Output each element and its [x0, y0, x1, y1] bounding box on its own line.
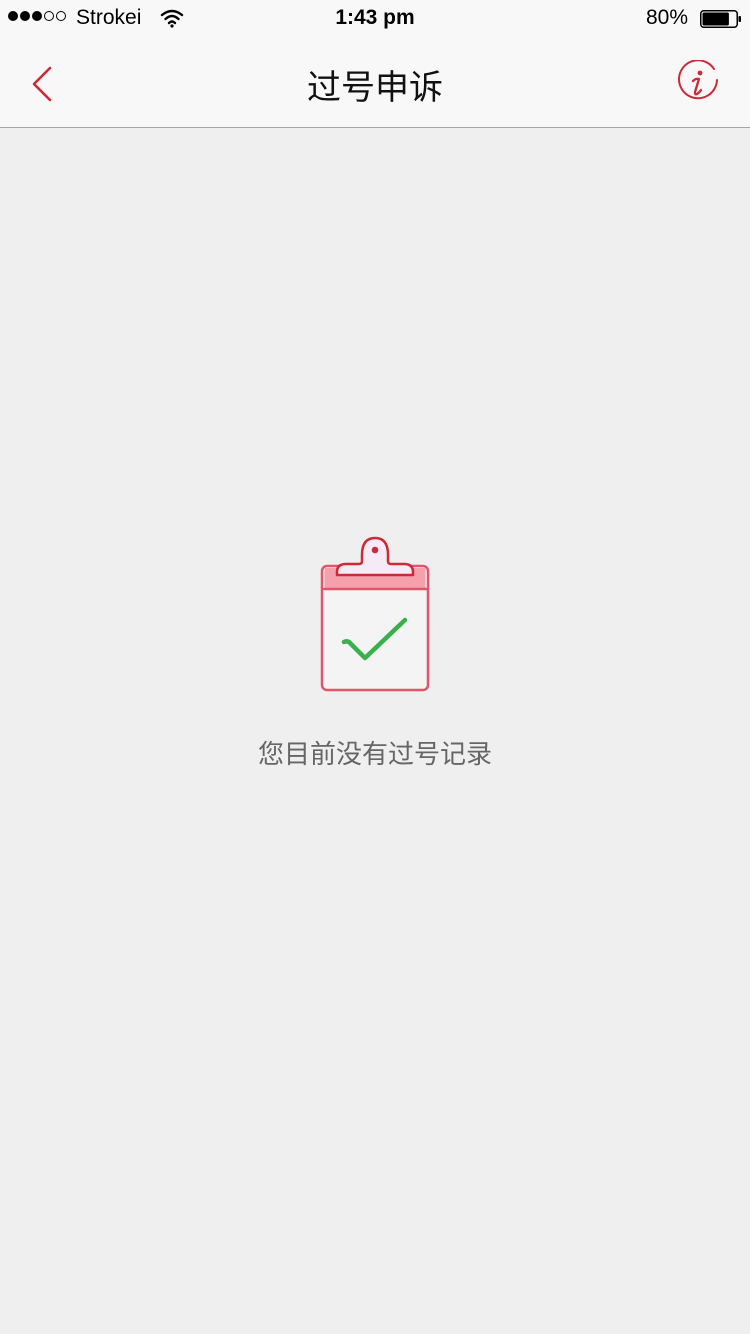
info-circle-icon — [678, 60, 718, 100]
battery-percent: 80% — [645, 6, 688, 29]
status-time: 1:43 pm — [335, 6, 415, 29]
empty-state: 您目前没有过号记录 — [0, 530, 750, 771]
empty-state-message: 您目前没有过号记录 — [257, 740, 492, 770]
navigation-bar: 过号申诉 — [0, 40, 750, 128]
page-title: 过号申诉 — [307, 68, 443, 108]
clipboard-check-icon — [320, 536, 430, 692]
info-button[interactable] — [674, 60, 722, 108]
battery-icon — [700, 10, 741, 28]
status-bar: Strokei 1:43 pm 80% — [0, 0, 750, 40]
